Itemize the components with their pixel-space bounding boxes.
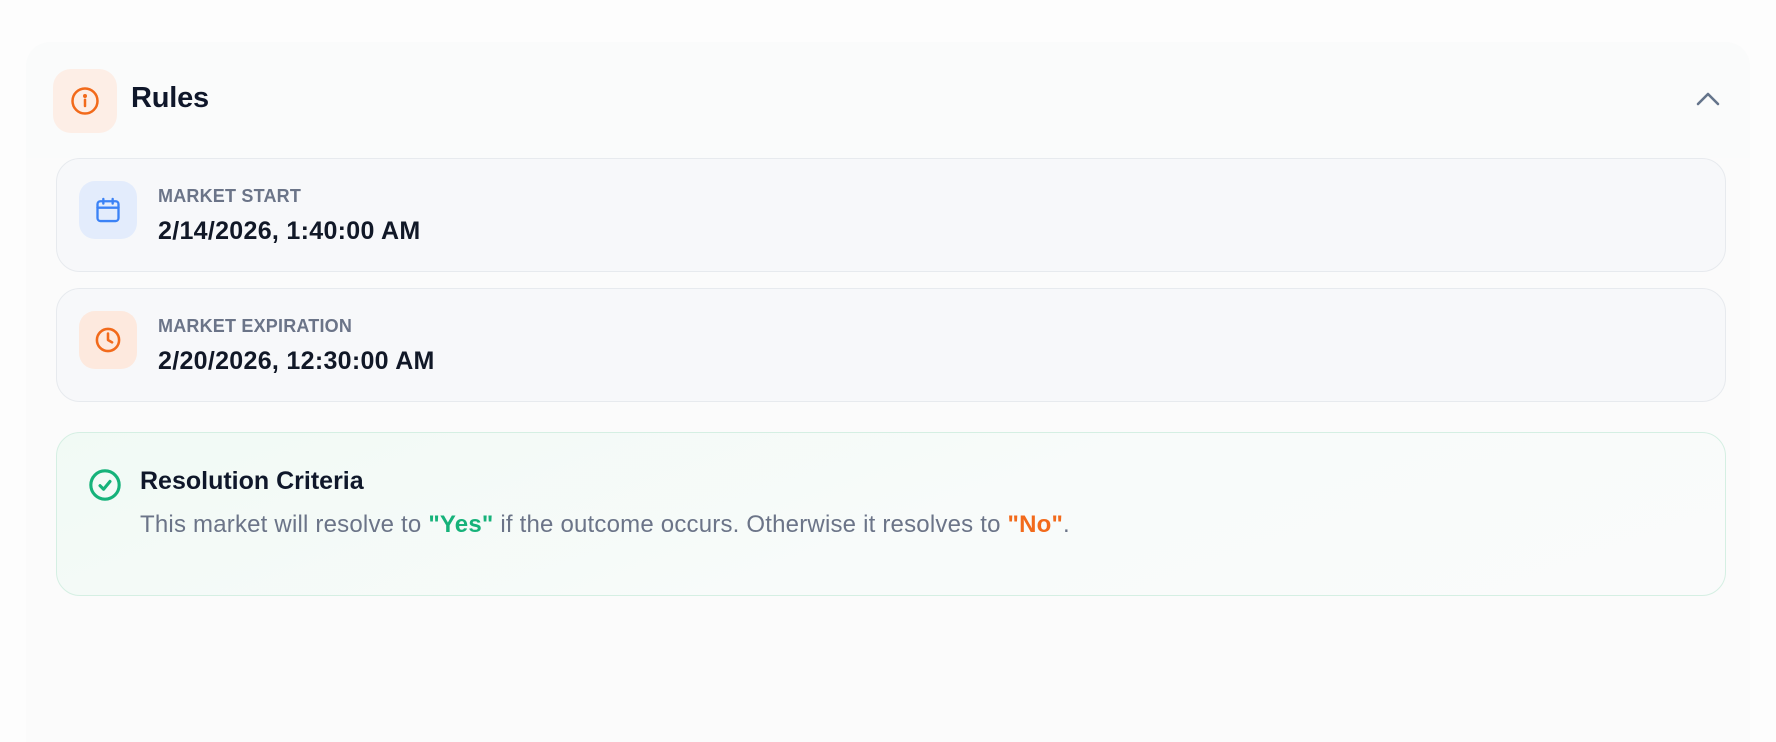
calendar-icon (79, 181, 137, 239)
market-start-card: MARKET START 2/14/2026, 1:40:00 AM (56, 158, 1726, 272)
resolution-text-before: This market will resolve to (140, 511, 429, 538)
market-expiration-label: MARKET EXPIRATION (158, 316, 353, 336)
check-circle-icon (87, 467, 123, 503)
no-outcome-label: "No" (1007, 511, 1064, 538)
rules-title: Rules (131, 82, 209, 114)
resolution-text-middle: if the outcome occurs. Otherwise it reso… (493, 511, 1008, 538)
chevron-up-icon (1695, 91, 1721, 112)
collapse-button[interactable] (1690, 86, 1726, 116)
info-circle-icon (53, 69, 117, 133)
resolution-criteria-card: Resolution Criteria This market will res… (56, 432, 1726, 596)
rules-header[interactable] (26, 42, 1750, 158)
market-start-value: 2/14/2026, 1:40:00 AM (158, 217, 421, 245)
market-expiration-card: MARKET EXPIRATION 2/20/2026, 12:30:00 AM (56, 288, 1726, 402)
market-start-label: MARKET START (158, 186, 302, 206)
market-expiration-value: 2/20/2026, 12:30:00 AM (158, 347, 435, 375)
resolution-text-after: . (1063, 511, 1070, 538)
yes-outcome-label: "Yes" (428, 511, 494, 538)
resolution-description: This market will resolve to "Yes" if the… (140, 511, 1070, 539)
clock-icon (79, 311, 137, 369)
resolution-title: Resolution Criteria (140, 467, 364, 495)
